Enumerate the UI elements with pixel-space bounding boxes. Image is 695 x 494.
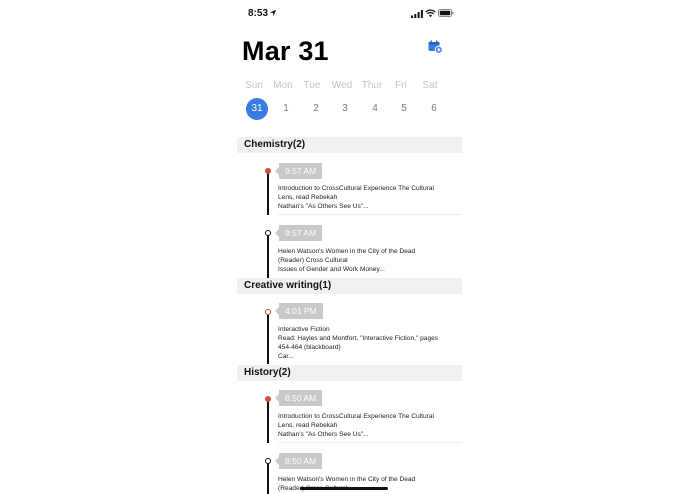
- page-title: Mar 31: [242, 36, 329, 66]
- date-cell-selected[interactable]: 31: [246, 98, 268, 120]
- date-cell[interactable]: 5: [392, 98, 416, 120]
- weekday-sat: Sat: [422, 80, 438, 91]
- date-cell[interactable]: 2: [304, 98, 328, 120]
- weekday-labels: Sun Mon Tue Wed Thur Fri Sat: [242, 80, 455, 92]
- event-text-line: Nathan's "As Others See Us"...: [278, 431, 369, 438]
- battery-icon: [438, 9, 454, 17]
- timeline-dot: [264, 458, 271, 464]
- event-time-badge: 8:50 AM: [274, 390, 323, 406]
- event-time-badge: 9:57 AM: [274, 163, 323, 179]
- signal-icon: [411, 10, 423, 18]
- calendar-add-icon[interactable]: [428, 40, 443, 54]
- event-text-line: Car...: [278, 353, 294, 360]
- timeline-dot: [264, 396, 271, 402]
- event-item[interactable]: 4:01 PM Interactive Fiction Read: Hayles…: [237, 294, 462, 364]
- event-time-badge: 4:01 PM: [275, 303, 323, 319]
- event-text-line: Nathan's "As Others See Us"...: [278, 203, 369, 210]
- weekday-thur: Thur: [361, 80, 383, 91]
- date-cell[interactable]: 3: [333, 98, 357, 120]
- timeline-line: [267, 312, 269, 364]
- event-text-line: 454-464 (blackboard): [278, 344, 341, 351]
- section-header-creative-writing[interactable]: Creative writing(1): [237, 278, 462, 294]
- weekday-tue: Tue: [303, 80, 321, 91]
- event-description: Introduction to CrossCultural Experience…: [278, 184, 453, 211]
- timeline-dot: [264, 168, 271, 174]
- status-bar: 8:53: [237, 0, 462, 26]
- event-text-line: Read: Hayles and Montfort, "Interactive …: [278, 335, 439, 342]
- weekday-wed: Wed: [331, 80, 353, 91]
- event-text-line: Introduction to CrossCultural Experience…: [278, 413, 435, 420]
- event-text-line: (Reader) Cross Cultural: [278, 257, 348, 264]
- event-description: Helen Watson's Women in the City of the …: [278, 475, 453, 493]
- section-header-chemistry[interactable]: Chemistry(2): [237, 137, 462, 153]
- weekday-sun: Sun: [245, 80, 263, 91]
- date-cell[interactable]: 1: [274, 98, 298, 120]
- timeline-line: [267, 461, 269, 494]
- timeline-line: [267, 397, 269, 443]
- event-text-line: Introduction to CrossCultural Experience…: [278, 185, 435, 192]
- location-arrow-icon: [269, 9, 277, 17]
- event-text-line: Helen Watson's Women in the City of the …: [278, 476, 416, 483]
- timeline-line: [267, 169, 269, 215]
- event-item[interactable]: 8:50 AM Introduction to CrossCultural Ex…: [237, 381, 462, 443]
- weekday-fri: Fri: [395, 80, 407, 91]
- event-description: Interactive Fiction Read: Hayles and Mon…: [278, 325, 453, 361]
- weekday-mon: Mon: [273, 80, 293, 91]
- event-time-badge: 8:50 AM: [274, 453, 323, 469]
- event-text-line: Lens, read Rebekah: [278, 422, 338, 429]
- timeline-dot: [264, 309, 271, 315]
- home-indicator[interactable]: [300, 487, 388, 490]
- date-cell[interactable]: 4: [363, 98, 387, 120]
- status-time: 8:53: [248, 8, 269, 19]
- event-item[interactable]: 9:57 AM Helen Watson's Women in the City…: [237, 215, 462, 278]
- event-time-badge: 9:57 AM: [274, 225, 323, 241]
- wifi-icon: [425, 9, 436, 18]
- timeline-line: [267, 233, 269, 278]
- event-text-line: Lens, read Rebekah: [278, 194, 338, 201]
- section-header-history[interactable]: History(2): [237, 365, 462, 381]
- event-item[interactable]: 9:57 AM Introduction to CrossCultural Ex…: [237, 153, 462, 215]
- event-description: Helen Watson's Women in the City of the …: [278, 247, 453, 274]
- event-description: Introduction to CrossCultural Experience…: [278, 412, 453, 439]
- date-cell[interactable]: 6: [422, 98, 446, 120]
- event-text-line: Interactive Fiction: [278, 326, 330, 333]
- timeline-dot: [264, 230, 271, 236]
- event-text-line: Helen Watson's Women in the City of the …: [278, 248, 416, 255]
- phone-screen: 8:53 Mar 31 Sun Mon Tue Wed Thur Fri Sat…: [237, 0, 462, 494]
- event-text-line: Issues of Gender and Work Money...: [278, 266, 385, 273]
- date-strip: 31 1 2 3 4 5 6: [242, 98, 455, 122]
